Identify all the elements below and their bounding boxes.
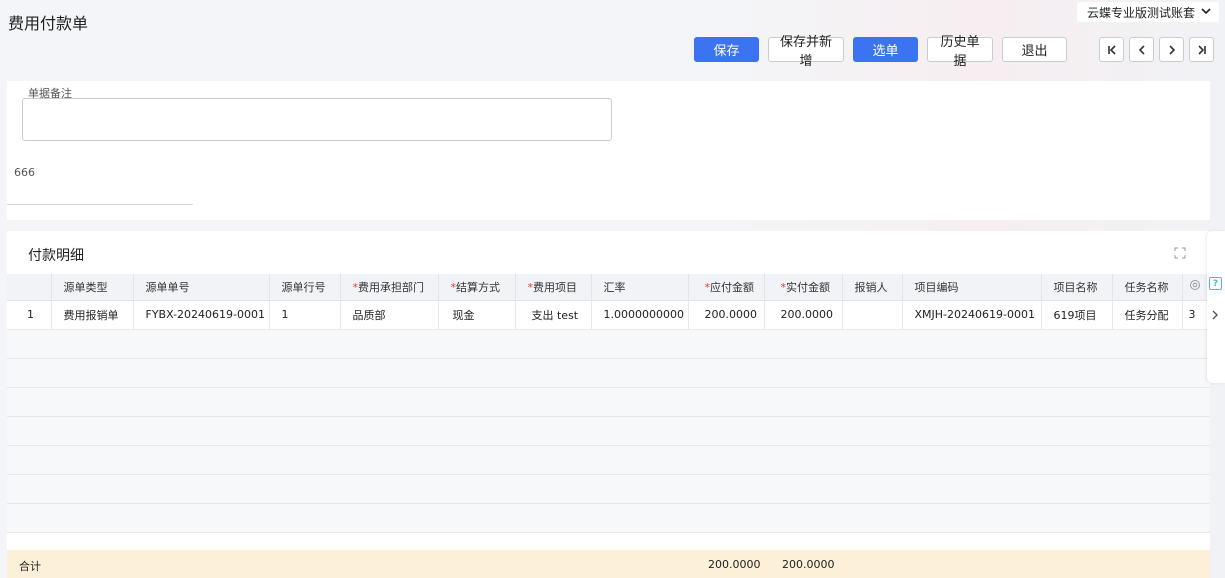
col-header-project-name[interactable]: 项目名称 bbox=[1041, 274, 1113, 301]
remark-panel: 单据备注 666 bbox=[7, 81, 1210, 220]
cell-item[interactable]: 支出 test bbox=[515, 300, 592, 330]
col-header-source-no[interactable]: 源单单号 bbox=[133, 274, 270, 301]
table-row-empty[interactable] bbox=[7, 445, 1210, 475]
cell-payable[interactable]: 200.0000 bbox=[688, 300, 765, 330]
side-panel-tab[interactable]: ? bbox=[1207, 231, 1225, 383]
prev-record-icon[interactable] bbox=[1129, 37, 1154, 62]
extra-field-value: 666 bbox=[14, 166, 35, 179]
col-header-rate[interactable]: 汇率 bbox=[591, 274, 689, 301]
total-paid: 200.0000 bbox=[782, 558, 835, 571]
help-icon[interactable]: ? bbox=[1209, 277, 1222, 290]
col-header-settle[interactable]: *结算方式 bbox=[438, 274, 516, 301]
cell-rate[interactable]: 1.0000000000 bbox=[591, 300, 689, 330]
col-header-reimburser[interactable]: 报销人 bbox=[842, 274, 903, 301]
col-header-source-line[interactable]: 源单行号 bbox=[269, 274, 341, 301]
cell-source-no[interactable]: FYBX-20240619-0001 bbox=[133, 300, 270, 330]
col-header-task-name[interactable]: 任务名称 bbox=[1112, 274, 1183, 301]
history-button[interactable]: 历史单据 bbox=[927, 35, 993, 69]
col-header-index bbox=[7, 274, 52, 301]
record-navigation bbox=[1099, 37, 1214, 62]
exit-button[interactable]: 退出 bbox=[1002, 37, 1067, 62]
toolbar: 保存 保存并新增 选单 历史单据 退出 bbox=[694, 35, 1067, 69]
total-row: 合计 200.0000 200.0000 bbox=[7, 550, 1210, 578]
cell-source-line[interactable]: 1 bbox=[269, 300, 341, 330]
next-record-icon[interactable] bbox=[1159, 37, 1184, 62]
column-settings-icon[interactable] bbox=[1182, 274, 1211, 301]
cell-project-code[interactable]: XMJH-20240619-0001 bbox=[902, 300, 1042, 330]
detail-title: 付款明细 bbox=[28, 248, 84, 264]
total-label: 合计 bbox=[19, 560, 41, 573]
save-button[interactable]: 保存 bbox=[694, 37, 759, 62]
chevron-down-icon bbox=[1201, 7, 1211, 18]
cell-paid[interactable]: 200.0000 bbox=[764, 300, 843, 330]
table-row-empty[interactable] bbox=[7, 474, 1210, 504]
col-header-paid[interactable]: *实付金额 bbox=[764, 274, 843, 301]
account-name: 云蝶专业版测试账套 bbox=[1086, 5, 1195, 20]
fullscreen-icon[interactable] bbox=[1174, 247, 1186, 259]
cell-reimburser[interactable] bbox=[842, 300, 903, 330]
table-row-empty[interactable] bbox=[7, 416, 1210, 446]
table-row-empty[interactable] bbox=[7, 329, 1210, 359]
table-row[interactable]: 1 费用报销单 FYBX-20240619-0001 1 品质部 现金 支出 t… bbox=[7, 300, 1211, 330]
row-index: 1 bbox=[7, 300, 52, 330]
extra-field-underline bbox=[7, 204, 193, 205]
payment-detail-panel: 付款明细 源单类型 源单单号 源单行号 *费用承担部门 *结算方式 *费用项目 … bbox=[7, 231, 1211, 578]
cell-settle[interactable]: 现金 bbox=[438, 300, 516, 330]
cell-dept[interactable]: 品质部 bbox=[340, 300, 439, 330]
cell-overflow: 3 bbox=[1182, 300, 1211, 330]
col-header-source-type[interactable]: 源单类型 bbox=[51, 274, 134, 301]
account-selector[interactable]: 云蝶专业版测试账套 bbox=[1076, 2, 1219, 22]
select-doc-button[interactable]: 选单 bbox=[853, 37, 918, 62]
remark-input[interactable] bbox=[22, 98, 612, 141]
cell-source-type[interactable]: 费用报销单 bbox=[51, 300, 134, 330]
col-header-payable[interactable]: *应付金额 bbox=[688, 274, 765, 301]
col-header-item[interactable]: *费用项目 bbox=[515, 274, 592, 301]
first-record-icon[interactable] bbox=[1099, 37, 1124, 62]
total-payable: 200.0000 bbox=[708, 558, 761, 571]
table-row-empty[interactable] bbox=[7, 503, 1210, 533]
table-header-row: 源单类型 源单单号 源单行号 *费用承担部门 *结算方式 *费用项目 汇率 *应… bbox=[7, 274, 1211, 301]
cell-task-name[interactable]: 任务分配 bbox=[1112, 300, 1183, 330]
chevron-right-icon[interactable] bbox=[1211, 309, 1219, 323]
last-record-icon[interactable] bbox=[1189, 37, 1214, 62]
col-header-project-code[interactable]: 项目编码 bbox=[902, 274, 1042, 301]
page-header: 费用付款单 云蝶专业版测试账套 保存 保存并新增 选单 历史单据 退出 bbox=[0, 0, 1225, 72]
cell-project-name[interactable]: 619项目 bbox=[1041, 300, 1113, 330]
payment-detail-table: 源单类型 源单单号 源单行号 *费用承担部门 *结算方式 *费用项目 汇率 *应… bbox=[7, 274, 1211, 533]
save-and-new-button[interactable]: 保存并新增 bbox=[768, 35, 844, 69]
table-row-empty[interactable] bbox=[7, 358, 1210, 388]
table-row-empty[interactable] bbox=[7, 387, 1210, 417]
col-header-dept[interactable]: *费用承担部门 bbox=[340, 274, 439, 301]
page-title: 费用付款单 bbox=[8, 14, 89, 33]
